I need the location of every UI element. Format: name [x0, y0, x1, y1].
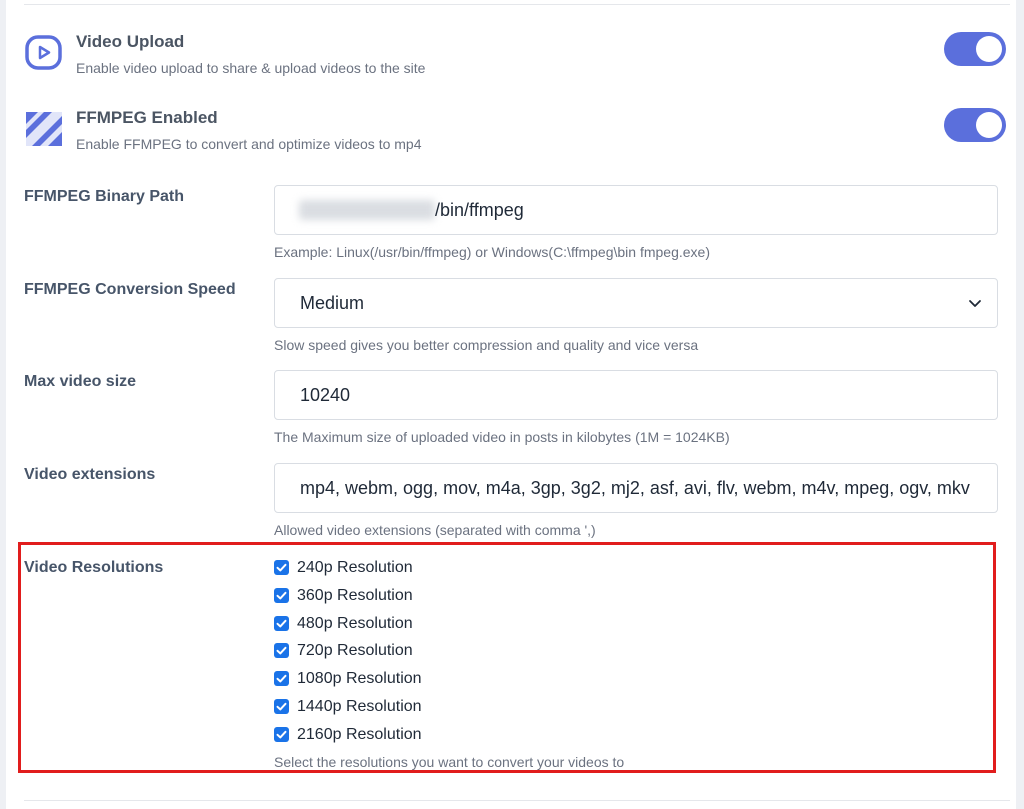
ffmpeg-enabled-title: FFMPEG Enabled: [76, 108, 218, 127]
video-upload-title: Video Upload: [76, 32, 185, 51]
binary-path-input[interactable]: /bin/ffmpeg: [274, 185, 998, 235]
extensions-label: Video extensions: [24, 466, 156, 483]
checkbox-checked-icon[interactable]: [274, 671, 289, 686]
divider: [24, 800, 1010, 801]
video-upload-description: Enable video upload to share & upload vi…: [76, 60, 426, 76]
toggle-knob: [976, 112, 1002, 138]
checkbox-checked-icon[interactable]: [274, 699, 289, 714]
max-size-field[interactable]: [274, 370, 998, 420]
redacted-path-prefix: [299, 200, 435, 220]
extensions-field[interactable]: [274, 463, 998, 513]
resolutions-help: Select the resolutions you want to conve…: [274, 754, 625, 770]
binary-path-label: FFMPEG Binary Path: [24, 188, 185, 205]
conversion-speed-value: Medium: [300, 293, 365, 313]
conversion-speed-help: Slow speed gives you better compression …: [274, 337, 699, 353]
ffmpeg-enabled-description: Enable FFMPEG to convert and optimize vi…: [76, 136, 422, 152]
max-size-label: Max video size: [24, 373, 137, 390]
conversion-speed-label: FFMPEG Conversion Speed: [24, 281, 236, 298]
resolution-label: 1080p Resolution: [297, 670, 422, 687]
ffmpeg-enabled-toggle[interactable]: [944, 108, 1006, 142]
checkbox-checked-icon[interactable]: [274, 616, 289, 631]
checkbox-checked-icon[interactable]: [274, 643, 289, 658]
toggle-knob: [976, 36, 1002, 62]
resolution-label: 360p Resolution: [297, 587, 413, 604]
video-upload-setting: Video Upload Enable video upload to shar…: [24, 32, 1006, 76]
extensions-help: Allowed video extensions (separated with…: [274, 522, 596, 538]
ffmpeg-enabled-setting: FFMPEG Enabled Enable FFMPEG to convert …: [24, 108, 1006, 152]
max-size-help: The Maximum size of uploaded video in po…: [274, 429, 730, 445]
extensions-input[interactable]: [300, 464, 990, 512]
binary-path-value: /bin/ffmpeg: [435, 200, 524, 220]
ffmpeg-logo-icon: [26, 112, 62, 146]
divider: [24, 4, 1010, 5]
resolution-label: 720p Resolution: [297, 642, 413, 659]
resolution-label: 240p Resolution: [297, 559, 413, 576]
checkbox-checked-icon[interactable]: [274, 727, 289, 742]
max-size-input[interactable]: [300, 371, 990, 419]
conversion-speed-select[interactable]: Medium: [274, 278, 998, 328]
resolutions-label: Video Resolutions: [24, 559, 164, 576]
chevron-down-icon: [969, 300, 981, 307]
settings-panel: Video Upload Enable video upload to shar…: [6, 0, 1016, 809]
binary-path-help: Example: Linux(/usr/bin/ffmpeg) or Windo…: [274, 244, 711, 260]
video-upload-toggle[interactable]: [944, 32, 1006, 66]
resolution-label: 480p Resolution: [297, 615, 413, 632]
resolution-label: 2160p Resolution: [297, 726, 422, 743]
video-play-icon: [25, 35, 62, 70]
resolution-label: 1440p Resolution: [297, 698, 422, 715]
checkbox-checked-icon[interactable]: [274, 560, 289, 575]
checkbox-checked-icon[interactable]: [274, 588, 289, 603]
highlight-box: [18, 542, 996, 773]
